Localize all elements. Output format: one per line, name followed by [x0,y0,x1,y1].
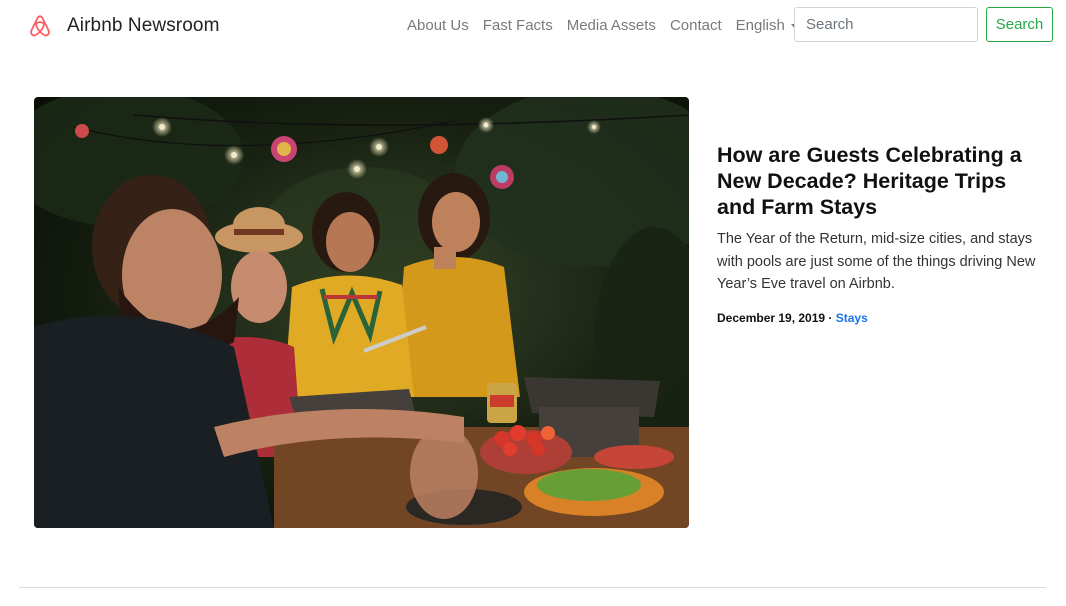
brand-name: Airbnb Newsroom [67,15,220,36]
featured-story-image[interactable] [34,97,689,528]
language-label: English [735,17,785,34]
dinner-party-photo [34,97,689,528]
story-summary: The Year of the Return, mid-size cities,… [717,231,1036,292]
airbnb-logo-icon [30,15,50,37]
section-divider [19,587,1046,588]
nav-fast-facts[interactable]: Fast Facts [476,15,560,37]
brand-link[interactable]: Airbnb Newsroom [28,12,220,40]
story-date: December 19, 2019 [717,310,826,325]
story-title-link[interactable]: How are Guests Celebrating a New Decade?… [717,143,1022,219]
meta-separator: · [825,310,836,325]
main-nav: About Us Fast Facts Media Assets Contact… [400,15,806,37]
story-title: How are Guests Celebrating a New Decade?… [717,142,1037,220]
navbar: Airbnb Newsroom About Us Fast Facts Medi… [0,0,1066,52]
nav-about-us[interactable]: About Us [400,15,476,37]
featured-story: How are Guests Celebrating a New Decade?… [717,142,1037,325]
nav-contact[interactable]: Contact [663,15,729,37]
search-input[interactable] [794,7,978,42]
search-button[interactable]: Search [986,7,1053,42]
story-category-link[interactable]: Stays [836,311,868,325]
story-meta: December 19, 2019 · Stays [717,311,1037,325]
nav-media-assets[interactable]: Media Assets [560,15,663,37]
